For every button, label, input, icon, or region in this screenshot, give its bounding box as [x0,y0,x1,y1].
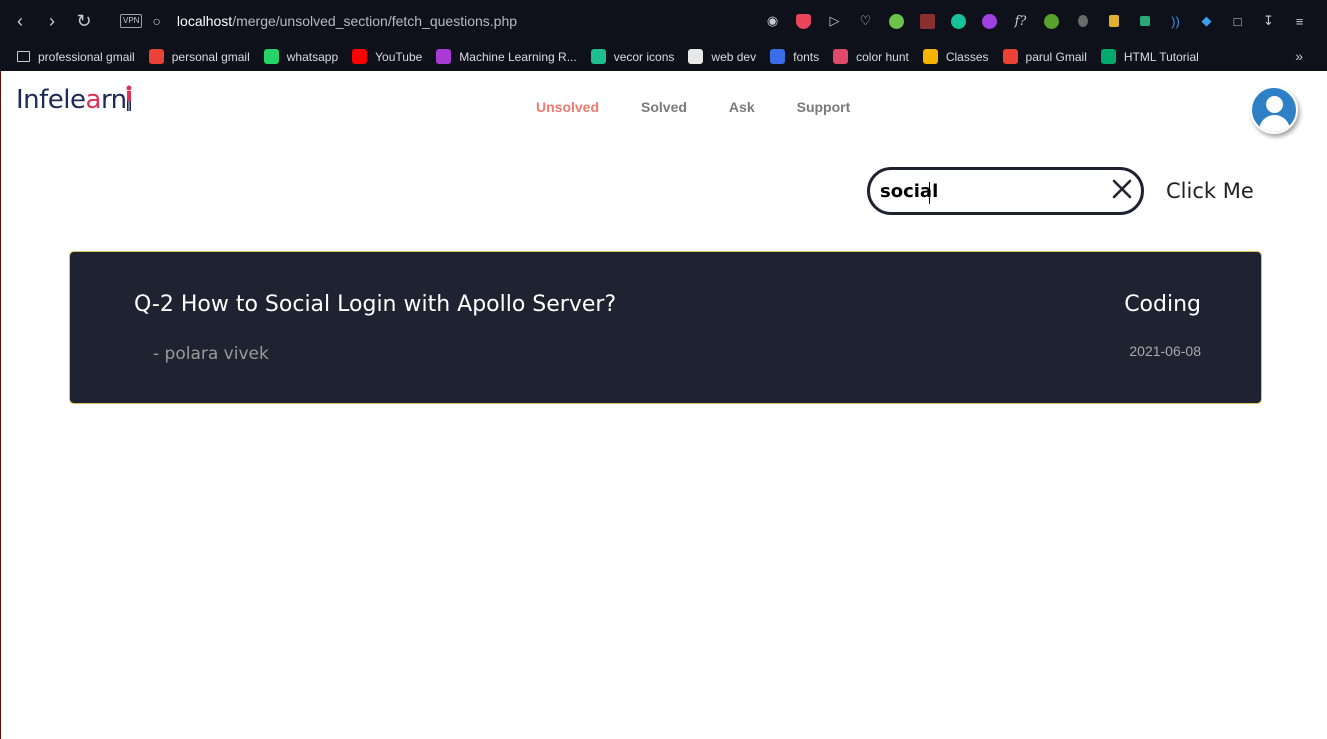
logo-figure-icon [126,85,132,111]
bookmark-item[interactable]: web dev [688,49,756,64]
shield-icon[interactable] [788,11,819,31]
address-bar[interactable]: localhost/merge/unsolved_section/fetch_q… [177,13,517,29]
fonts-icon [770,49,786,64]
bookmark-item[interactable]: HTML Tutorial [1100,49,1199,64]
search-input[interactable] [880,178,1090,204]
avatar-head [1266,96,1283,113]
bookmark-item[interactable]: whatsapp [263,49,339,64]
nav-link-ask[interactable]: Ask [729,99,755,115]
question-author: - polara vivek [153,344,269,364]
bookmarks-bar: professional gmail personal gmail whatsapp… [0,42,1327,71]
question-card[interactable]: Q-2 How to Social Login with Apollo Serv… [69,251,1262,404]
avatar-body [1259,115,1290,132]
bookmark-item[interactable]: personal gmail [148,49,250,64]
bookmark-label: YouTube [375,49,423,64]
page: Infelearn Unsolved Solved Ask Support Click… [0,71,1327,739]
extension-icon[interactable] [912,11,943,31]
classroom-icon [922,49,938,64]
forward-icon[interactable]: › [36,0,68,42]
bookmark-item[interactable]: color hunt [833,49,909,64]
search-box [867,167,1144,215]
extension-icon[interactable] [881,11,912,31]
bookmark-label: whatsapp [286,49,339,64]
vector-icon [590,49,606,64]
site-logo[interactable]: Infelearn [16,85,127,115]
logo-text: Infele [16,85,86,115]
click-me-button[interactable]: Click Me [1166,179,1254,203]
camera-icon[interactable]: ◉ [757,11,788,31]
gmail-icon [1002,49,1018,64]
bookmark-label: Machine Learning R... [459,49,577,64]
bookmark-item[interactable]: professional gmail [17,50,135,64]
bookmark-label: vecor icons [613,49,675,64]
send-icon[interactable]: ▷ [819,11,850,31]
logo-o: a [85,85,102,115]
close-icon[interactable] [1109,176,1135,202]
colorhunt-icon [833,49,849,64]
bookmark-item[interactable]: Machine Learning R... [436,49,577,64]
nav-link-unsolved[interactable]: Unsolved [536,99,599,115]
extension-icon[interactable] [974,11,1005,31]
main-nav: Unsolved Solved Ask Support [536,99,850,115]
bookmark-label: Classes [945,49,989,64]
url-path: /merge/unsolved_section/fetch_questions.… [232,13,518,29]
wifi-icon[interactable]: )) [1160,11,1191,31]
whatsapp-icon [263,49,279,64]
browser-toolbar: ‹ › ↻ VPN ○ localhost/merge/unsolved_sec… [0,0,1327,42]
bookmarks-more-icon[interactable]: » [1295,42,1303,71]
bookmark-label: professional gmail [38,49,135,64]
pen-icon[interactable] [1129,11,1160,31]
bookmark-label: parul Gmail [1025,49,1087,64]
nav-link-support[interactable]: Support [797,99,851,115]
question-date: 2021-06-08 [1129,343,1201,359]
bookmark-item[interactable]: YouTube [352,49,422,64]
bookmark-label: HTML Tutorial [1123,49,1199,64]
bookmark-item[interactable]: fonts [770,49,819,64]
m-icon [436,49,452,64]
bookmark-label: personal gmail [171,49,250,64]
bug-icon[interactable] [1067,11,1098,31]
font-icon[interactable]: f? [1005,11,1036,31]
bookmark-item[interactable]: parul Gmail [1002,49,1087,64]
logo-rest: rn [100,85,127,115]
text-caret [929,182,930,204]
reload-icon[interactable]: ↻ [68,0,100,42]
extensions-bar: ◉ ▷ ♡ f? )) ◆ □ ↧ ≡ [757,0,1315,42]
extension-icon[interactable] [1098,11,1129,31]
back-icon[interactable]: ‹ [4,0,36,42]
bookmark-label: web dev [711,49,757,64]
heart-icon[interactable]: ♡ [850,11,881,31]
question-category: Coding [1124,292,1201,317]
grammarly-icon[interactable] [943,11,974,31]
question-title[interactable]: Q-2 How to Social Login with Apollo Serv… [134,292,616,317]
bookmark-item[interactable]: vecor icons [590,49,675,64]
cube-icon[interactable]: □ [1222,11,1253,31]
bookmark-item[interactable]: Classes [922,49,989,64]
folder-icon [17,51,30,62]
diamond-icon[interactable]: ◆ [1191,11,1222,31]
nav-link-solved[interactable]: Solved [641,99,687,115]
globe-icon: ○ [152,13,161,29]
bookmark-label: color hunt [856,49,909,64]
webdev-icon [688,49,704,64]
tree-icon[interactable] [1036,11,1067,31]
vpn-badge[interactable]: VPN [120,14,143,28]
youtube-icon [352,49,368,64]
user-avatar[interactable] [1250,86,1298,134]
download-icon[interactable]: ↧ [1253,11,1284,31]
bookmark-label: fonts [793,49,820,64]
gmail-icon [148,49,164,64]
menu-icon[interactable]: ≡ [1284,11,1315,31]
url-host: localhost [176,13,233,29]
w3-icon [1100,49,1116,64]
